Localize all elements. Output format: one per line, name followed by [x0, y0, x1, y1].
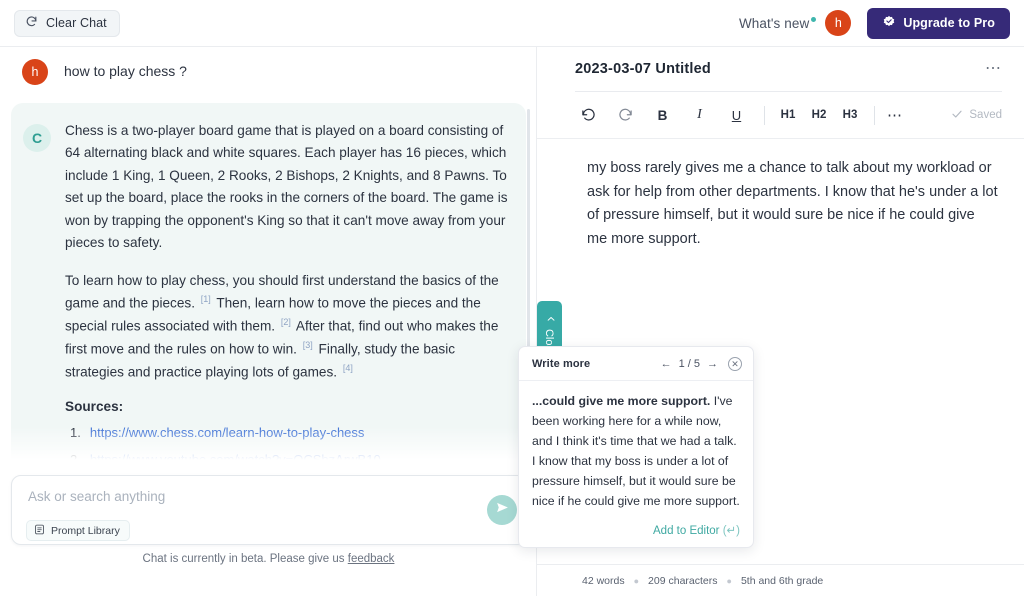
- character-count: 209 characters: [648, 574, 718, 587]
- prompt-library-button[interactable]: Prompt Library: [26, 520, 130, 541]
- popover-pagination: ← 1 / 5 → ✕: [661, 357, 742, 371]
- source-link-1[interactable]: https://www.chess.com/learn-how-to-play-…: [90, 425, 365, 440]
- h1-label: H1: [780, 109, 796, 121]
- bold-icon: B: [657, 107, 668, 123]
- stat-separator: ●: [726, 575, 732, 586]
- add-to-editor-button[interactable]: Add to Editor (↵): [653, 523, 740, 537]
- check-icon: [951, 108, 963, 123]
- assistant-message-body: Chess is a two-player board game that is…: [65, 120, 508, 467]
- chat-scroll-area[interactable]: h how to play chess ? C Chess is a two-p…: [0, 47, 537, 467]
- add-to-editor-label: Add to Editor: [653, 525, 720, 538]
- search-input[interactable]: [28, 489, 488, 504]
- whats-new-link[interactable]: What's new: [738, 15, 817, 31]
- paper-plane-icon: [495, 500, 510, 520]
- editor-paragraph: my boss rarely gives me a chance to talk…: [587, 160, 998, 247]
- assistant-message-bubble: C Chess is a two-player board game that …: [11, 103, 526, 467]
- ellipsis-icon[interactable]: ⋯: [985, 61, 1002, 77]
- avatar-initial: h: [834, 16, 842, 30]
- clear-chat-label: Clear Chat: [46, 16, 107, 30]
- beta-notice-text: Chat is currently in beta. Please give u…: [142, 553, 345, 565]
- user-message-row: h how to play chess ?: [0, 47, 537, 85]
- popover-body-bold: ...could give me more support.: [532, 394, 711, 408]
- refresh-icon: [25, 15, 38, 31]
- user-avatar: h: [22, 59, 48, 85]
- user-avatar-initial: h: [31, 65, 39, 79]
- collapse-icon: [543, 314, 556, 324]
- heading-1-button[interactable]: H1: [777, 103, 799, 127]
- close-circle-icon[interactable]: ✕: [728, 357, 742, 371]
- send-button[interactable]: [487, 495, 517, 525]
- word-count: 42 words: [582, 574, 625, 587]
- assistant-avatar: C: [23, 124, 51, 152]
- editor-panel: 2023-03-07 Untitled ⋯ B I U H1 H2 H3 ⋯ S…: [518, 47, 1024, 596]
- user-message-text: how to play chess ?: [64, 63, 187, 79]
- toolbar-divider: [764, 105, 765, 125]
- document-list-icon: [34, 524, 45, 538]
- editor-toolbar: B I U H1 H2 H3 ⋯ Saved: [537, 92, 1024, 139]
- pagination-label: 1 / 5: [678, 358, 700, 370]
- chat-panel: h how to play chess ? C Chess is a two-p…: [0, 47, 537, 596]
- top-bar: Clear Chat What's new h Upgrade to Pro: [0, 0, 1024, 47]
- h2-label: H2: [811, 109, 827, 121]
- toolbar-divider: [874, 105, 875, 125]
- enter-shortcut-label: (↵): [722, 525, 740, 538]
- h3-label: H3: [842, 109, 858, 121]
- underline-button[interactable]: U: [723, 103, 750, 127]
- arrow-right-icon[interactable]: →: [707, 358, 718, 370]
- citation-1[interactable]: [1]: [199, 294, 213, 304]
- whats-new-label: What's new: [738, 15, 810, 31]
- avatar[interactable]: h: [825, 10, 852, 36]
- app-root: Clear Chat What's new h Upgrade to Pro h…: [0, 0, 1024, 596]
- assistant-paragraph-2: To learn how to play chess, you should f…: [65, 270, 508, 384]
- source-link-2[interactable]: https://www.youtube.com/watch?v=OCSbzArw…: [90, 452, 381, 467]
- italic-icon: I: [697, 107, 702, 122]
- page-title: 2023-03-07 Untitled: [575, 61, 711, 77]
- arrow-left-icon[interactable]: ←: [661, 358, 672, 370]
- stat-separator: ●: [633, 575, 640, 586]
- popover-body-rest: I've been working here for a while now, …: [532, 394, 740, 508]
- undo-icon: [581, 106, 596, 124]
- redo-button[interactable]: [612, 103, 639, 127]
- redo-icon: [618, 106, 633, 124]
- feedback-link[interactable]: feedback: [348, 553, 395, 565]
- popover-footer: Add to Editor (↵): [519, 519, 753, 547]
- citation-3[interactable]: [3]: [301, 340, 315, 350]
- prompt-library-label: Prompt Library: [51, 524, 120, 537]
- new-indicator-dot: [811, 16, 817, 22]
- document-header: 2023-03-07 Untitled ⋯: [537, 47, 1024, 78]
- more-options-icon[interactable]: ⋯: [887, 108, 903, 123]
- write-more-popover: Write more ← 1 / 5 → ✕ ...could give me …: [518, 346, 754, 549]
- popover-body: ...could give me more support. I've been…: [519, 381, 753, 519]
- bold-button[interactable]: B: [649, 103, 676, 127]
- reading-grade: 5th and 6th grade: [740, 574, 824, 587]
- saved-label: Saved: [969, 109, 1002, 121]
- sources-list: https://www.chess.com/learn-how-to-play-…: [65, 425, 508, 467]
- heading-3-button[interactable]: H3: [839, 103, 861, 127]
- chat-composer: Prompt Library: [11, 475, 527, 545]
- top-bar-right: What's new h Upgrade to Pro: [738, 7, 1024, 39]
- list-item: https://www.chess.com/learn-how-to-play-…: [65, 425, 508, 440]
- citation-2[interactable]: [2]: [279, 317, 293, 327]
- assistant-paragraph-1: Chess is a two-player board game that is…: [65, 123, 508, 251]
- clear-chat-button[interactable]: Clear Chat: [14, 9, 120, 37]
- heading-2-button[interactable]: H2: [808, 103, 830, 127]
- assistant-avatar-initial: C: [31, 130, 43, 146]
- status-badge: Saved: [951, 108, 1002, 123]
- popover-header: Write more ← 1 / 5 → ✕: [519, 347, 753, 381]
- italic-button[interactable]: I: [686, 103, 713, 127]
- sources-heading: Sources:: [65, 398, 124, 414]
- citation-4[interactable]: [4]: [341, 363, 355, 373]
- popover-title: Write more: [532, 358, 591, 370]
- upgrade-to-pro-button[interactable]: Upgrade to Pro: [867, 7, 1010, 39]
- badge-check-icon: [882, 15, 896, 32]
- underline-icon: U: [731, 107, 742, 123]
- beta-notice: Chat is currently in beta. Please give u…: [0, 553, 537, 565]
- list-item: https://www.youtube.com/watch?v=OCSbzArw…: [65, 452, 508, 467]
- editor-content-area[interactable]: my boss rarely gives me a chance to talk…: [518, 139, 1024, 549]
- editor-status-bar: 42 words ● 209 characters ● 5th and 6th …: [537, 564, 1024, 596]
- undo-button[interactable]: [575, 103, 602, 127]
- upgrade-label: Upgrade to Pro: [903, 16, 995, 30]
